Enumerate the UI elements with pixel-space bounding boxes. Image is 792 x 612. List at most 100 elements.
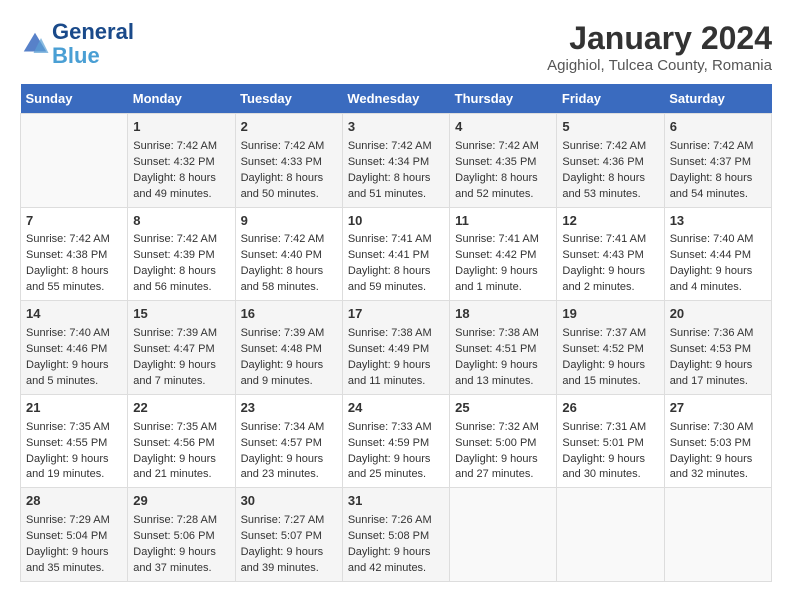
weekday-friday: Friday xyxy=(557,84,664,114)
sunrise-text: Sunrise: 7:27 AM xyxy=(241,513,337,529)
day-number: 15 xyxy=(133,305,229,324)
daylight-text: Daylight: 9 hours and 9 minutes. xyxy=(241,358,337,390)
day-number: 12 xyxy=(562,212,658,231)
calendar-table: SundayMondayTuesdayWednesdayThursdayFrid… xyxy=(20,84,772,582)
daylight-text: Daylight: 9 hours and 13 minutes. xyxy=(455,358,551,390)
sunrise-text: Sunrise: 7:39 AM xyxy=(133,326,229,342)
sunrise-text: Sunrise: 7:32 AM xyxy=(455,420,551,436)
weekday-tuesday: Tuesday xyxy=(235,84,342,114)
day-number: 30 xyxy=(241,492,337,511)
daylight-text: Daylight: 9 hours and 1 minute. xyxy=(455,264,551,296)
sunrise-text: Sunrise: 7:26 AM xyxy=(348,513,444,529)
calendar-body: 1Sunrise: 7:42 AMSunset: 4:32 PMDaylight… xyxy=(21,114,772,582)
calendar-cell: 21Sunrise: 7:35 AMSunset: 4:55 PMDayligh… xyxy=(21,394,128,488)
calendar-cell: 17Sunrise: 7:38 AMSunset: 4:49 PMDayligh… xyxy=(342,301,449,395)
day-number: 6 xyxy=(670,118,766,137)
page-header: General Blue January 2024 Agighiol, Tulc… xyxy=(20,20,772,74)
daylight-text: Daylight: 9 hours and 23 minutes. xyxy=(241,452,337,484)
day-number: 4 xyxy=(455,118,551,137)
week-row-3: 14Sunrise: 7:40 AMSunset: 4:46 PMDayligh… xyxy=(21,301,772,395)
daylight-text: Daylight: 9 hours and 4 minutes. xyxy=(670,264,766,296)
calendar-cell: 12Sunrise: 7:41 AMSunset: 4:43 PMDayligh… xyxy=(557,207,664,301)
sunrise-text: Sunrise: 7:42 AM xyxy=(348,139,444,155)
sunset-text: Sunset: 5:03 PM xyxy=(670,436,766,452)
daylight-text: Daylight: 9 hours and 21 minutes. xyxy=(133,452,229,484)
daylight-text: Daylight: 8 hours and 56 minutes. xyxy=(133,264,229,296)
daylight-text: Daylight: 8 hours and 53 minutes. xyxy=(562,171,658,203)
calendar-cell: 31Sunrise: 7:26 AMSunset: 5:08 PMDayligh… xyxy=(342,488,449,582)
calendar-cell: 20Sunrise: 7:36 AMSunset: 4:53 PMDayligh… xyxy=(664,301,771,395)
sunrise-text: Sunrise: 7:41 AM xyxy=(348,232,444,248)
sunset-text: Sunset: 5:08 PM xyxy=(348,529,444,545)
day-number: 21 xyxy=(26,399,122,418)
sunrise-text: Sunrise: 7:42 AM xyxy=(241,139,337,155)
daylight-text: Daylight: 9 hours and 37 minutes. xyxy=(133,545,229,577)
calendar-cell: 11Sunrise: 7:41 AMSunset: 4:42 PMDayligh… xyxy=(450,207,557,301)
sunset-text: Sunset: 4:44 PM xyxy=(670,248,766,264)
day-number: 18 xyxy=(455,305,551,324)
calendar-cell: 14Sunrise: 7:40 AMSunset: 4:46 PMDayligh… xyxy=(21,301,128,395)
day-number: 7 xyxy=(26,212,122,231)
sunrise-text: Sunrise: 7:37 AM xyxy=(562,326,658,342)
daylight-text: Daylight: 8 hours and 49 minutes. xyxy=(133,171,229,203)
calendar-cell: 6Sunrise: 7:42 AMSunset: 4:37 PMDaylight… xyxy=(664,114,771,208)
day-number: 22 xyxy=(133,399,229,418)
sunrise-text: Sunrise: 7:38 AM xyxy=(348,326,444,342)
day-number: 8 xyxy=(133,212,229,231)
sunrise-text: Sunrise: 7:39 AM xyxy=(241,326,337,342)
daylight-text: Daylight: 9 hours and 39 minutes. xyxy=(241,545,337,577)
sunset-text: Sunset: 4:32 PM xyxy=(133,155,229,171)
sunrise-text: Sunrise: 7:33 AM xyxy=(348,420,444,436)
weekday-sunday: Sunday xyxy=(21,84,128,114)
daylight-text: Daylight: 9 hours and 25 minutes. xyxy=(348,452,444,484)
sunrise-text: Sunrise: 7:34 AM xyxy=(241,420,337,436)
calendar-cell: 10Sunrise: 7:41 AMSunset: 4:41 PMDayligh… xyxy=(342,207,449,301)
month-year: January 2024 xyxy=(547,20,772,57)
calendar-cell: 18Sunrise: 7:38 AMSunset: 4:51 PMDayligh… xyxy=(450,301,557,395)
sunrise-text: Sunrise: 7:42 AM xyxy=(133,232,229,248)
daylight-text: Daylight: 9 hours and 11 minutes. xyxy=(348,358,444,390)
sunset-text: Sunset: 4:40 PM xyxy=(241,248,337,264)
day-number: 1 xyxy=(133,118,229,137)
week-row-4: 21Sunrise: 7:35 AMSunset: 4:55 PMDayligh… xyxy=(21,394,772,488)
calendar-cell: 4Sunrise: 7:42 AMSunset: 4:35 PMDaylight… xyxy=(450,114,557,208)
daylight-text: Daylight: 8 hours and 55 minutes. xyxy=(26,264,122,296)
weekday-saturday: Saturday xyxy=(664,84,771,114)
sunrise-text: Sunrise: 7:35 AM xyxy=(26,420,122,436)
sunrise-text: Sunrise: 7:42 AM xyxy=(455,139,551,155)
day-number: 23 xyxy=(241,399,337,418)
day-number: 10 xyxy=(348,212,444,231)
weekday-row: SundayMondayTuesdayWednesdayThursdayFrid… xyxy=(21,84,772,114)
weekday-thursday: Thursday xyxy=(450,84,557,114)
daylight-text: Daylight: 8 hours and 54 minutes. xyxy=(670,171,766,203)
daylight-text: Daylight: 8 hours and 59 minutes. xyxy=(348,264,444,296)
calendar-cell: 16Sunrise: 7:39 AMSunset: 4:48 PMDayligh… xyxy=(235,301,342,395)
calendar-cell: 19Sunrise: 7:37 AMSunset: 4:52 PMDayligh… xyxy=(557,301,664,395)
sunset-text: Sunset: 4:37 PM xyxy=(670,155,766,171)
sunset-text: Sunset: 4:38 PM xyxy=(26,248,122,264)
location: Agighiol, Tulcea County, Romania xyxy=(547,57,772,74)
calendar-cell: 30Sunrise: 7:27 AMSunset: 5:07 PMDayligh… xyxy=(235,488,342,582)
calendar-cell: 7Sunrise: 7:42 AMSunset: 4:38 PMDaylight… xyxy=(21,207,128,301)
sunset-text: Sunset: 5:04 PM xyxy=(26,529,122,545)
sunrise-text: Sunrise: 7:42 AM xyxy=(26,232,122,248)
day-number: 25 xyxy=(455,399,551,418)
daylight-text: Daylight: 9 hours and 35 minutes. xyxy=(26,545,122,577)
sunset-text: Sunset: 4:33 PM xyxy=(241,155,337,171)
daylight-text: Daylight: 9 hours and 27 minutes. xyxy=(455,452,551,484)
sunrise-text: Sunrise: 7:42 AM xyxy=(133,139,229,155)
sunrise-text: Sunrise: 7:31 AM xyxy=(562,420,658,436)
calendar-cell: 5Sunrise: 7:42 AMSunset: 4:36 PMDaylight… xyxy=(557,114,664,208)
sunrise-text: Sunrise: 7:36 AM xyxy=(670,326,766,342)
calendar-cell: 3Sunrise: 7:42 AMSunset: 4:34 PMDaylight… xyxy=(342,114,449,208)
sunrise-text: Sunrise: 7:30 AM xyxy=(670,420,766,436)
weekday-monday: Monday xyxy=(128,84,235,114)
sunset-text: Sunset: 4:43 PM xyxy=(562,248,658,264)
day-number: 24 xyxy=(348,399,444,418)
calendar-cell: 1 Sunrise: 7:42 AMSunset: 4:32 PMDaylight… xyxy=(128,114,235,208)
calendar-cell: 23Sunrise: 7:34 AMSunset: 4:57 PMDayligh… xyxy=(235,394,342,488)
sunrise-text: Sunrise: 7:41 AM xyxy=(562,232,658,248)
title-block: January 2024 Agighiol, Tulcea County, Ro… xyxy=(547,20,772,74)
sunset-text: Sunset: 4:56 PM xyxy=(133,436,229,452)
week-row-2: 7Sunrise: 7:42 AMSunset: 4:38 PMDaylight… xyxy=(21,207,772,301)
